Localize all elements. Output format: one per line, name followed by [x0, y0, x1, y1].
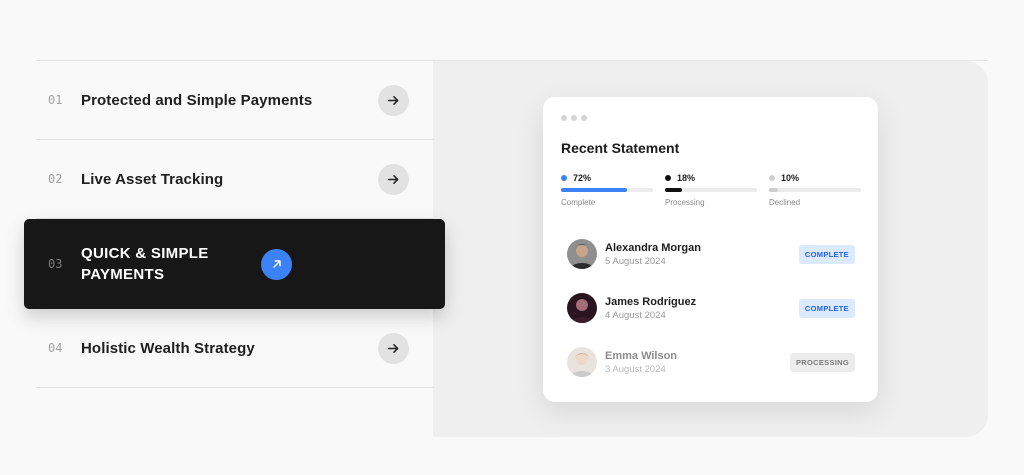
feature-number: 04 — [48, 341, 63, 355]
feature-title: Live Asset Tracking — [81, 170, 224, 188]
feature-number: 02 — [48, 172, 63, 186]
status-badge: COMPLETE — [798, 298, 855, 318]
stat-label: Complete — [561, 198, 596, 207]
feature-number: 01 — [48, 93, 63, 107]
stat-declined: 10% Declined — [769, 172, 861, 207]
stat-bar — [665, 188, 757, 192]
stat-percent: 10% — [781, 173, 800, 183]
stat-percent: 18% — [677, 173, 696, 183]
stat-dot — [561, 175, 567, 181]
stat-dot — [769, 175, 775, 181]
feature-title: Holistic Wealth Strategy — [81, 339, 255, 357]
status-badge: COMPLETE — [798, 244, 855, 264]
feature-arrow-button[interactable] — [378, 332, 409, 364]
card-title: Recent Statement — [561, 140, 680, 156]
stat-bar — [769, 188, 861, 192]
transaction-date: 3 August 2024 — [605, 363, 666, 375]
window-dots — [561, 115, 587, 121]
feature-item-4[interactable]: 04 Holistic Wealth Strategy — [36, 309, 433, 388]
stat-bar-fill — [665, 188, 682, 192]
feature-arrow-button[interactable] — [378, 84, 409, 116]
stat-complete: 72% Complete — [561, 172, 653, 207]
stat-bar-fill — [769, 188, 779, 192]
stat-label: Declined — [769, 198, 801, 207]
transaction-name: James Rodriguez — [605, 295, 697, 308]
feature-title: QUICK & SIMPLE PAYMENTS — [81, 245, 209, 283]
stat-processing: 18% Processing — [665, 172, 757, 207]
status-badge: PROCESSING — [789, 352, 855, 372]
arrow-right-icon — [388, 95, 399, 105]
stat-percent: 72% — [573, 173, 592, 183]
feature-title: Protected and Simple Payments — [81, 91, 313, 109]
transaction-row[interactable]: Emma Wilson 3 August 2024 PROCESSING — [567, 346, 855, 378]
transaction-name: Emma Wilson — [605, 349, 678, 362]
avatar — [567, 239, 597, 269]
feature-item-3-active[interactable]: 03 QUICK & SIMPLE PAYMENTS — [24, 219, 445, 309]
transaction-date: 4 August 2024 — [605, 309, 666, 321]
avatar — [567, 347, 597, 377]
transaction-name: Alexandra Morgan — [605, 241, 701, 254]
transaction-row[interactable]: James Rodriguez 4 August 2024 COMPLETE — [567, 292, 855, 324]
stat-label: Processing — [665, 198, 705, 207]
feature-item-2[interactable]: 02 Live Asset Tracking — [36, 140, 433, 219]
stat-dot — [665, 175, 671, 181]
feature-arrow-button[interactable] — [261, 248, 292, 280]
transaction-date: 5 August 2024 — [605, 255, 666, 267]
arrow-up-right-icon — [272, 260, 281, 268]
avatar — [567, 293, 597, 323]
feature-item-1[interactable]: 01 Protected and Simple Payments — [36, 61, 433, 140]
stat-bar — [561, 188, 653, 192]
arrow-right-icon — [388, 174, 399, 184]
arrow-right-icon — [388, 343, 399, 353]
feature-number: 03 — [48, 257, 63, 271]
transaction-row[interactable]: Alexandra Morgan 5 August 2024 COMPLETE — [567, 238, 855, 270]
stat-bar-fill — [561, 188, 628, 192]
feature-arrow-button[interactable] — [378, 163, 409, 195]
statement-card: Recent Statement 72% Complete 18% Proces… — [543, 97, 878, 402]
